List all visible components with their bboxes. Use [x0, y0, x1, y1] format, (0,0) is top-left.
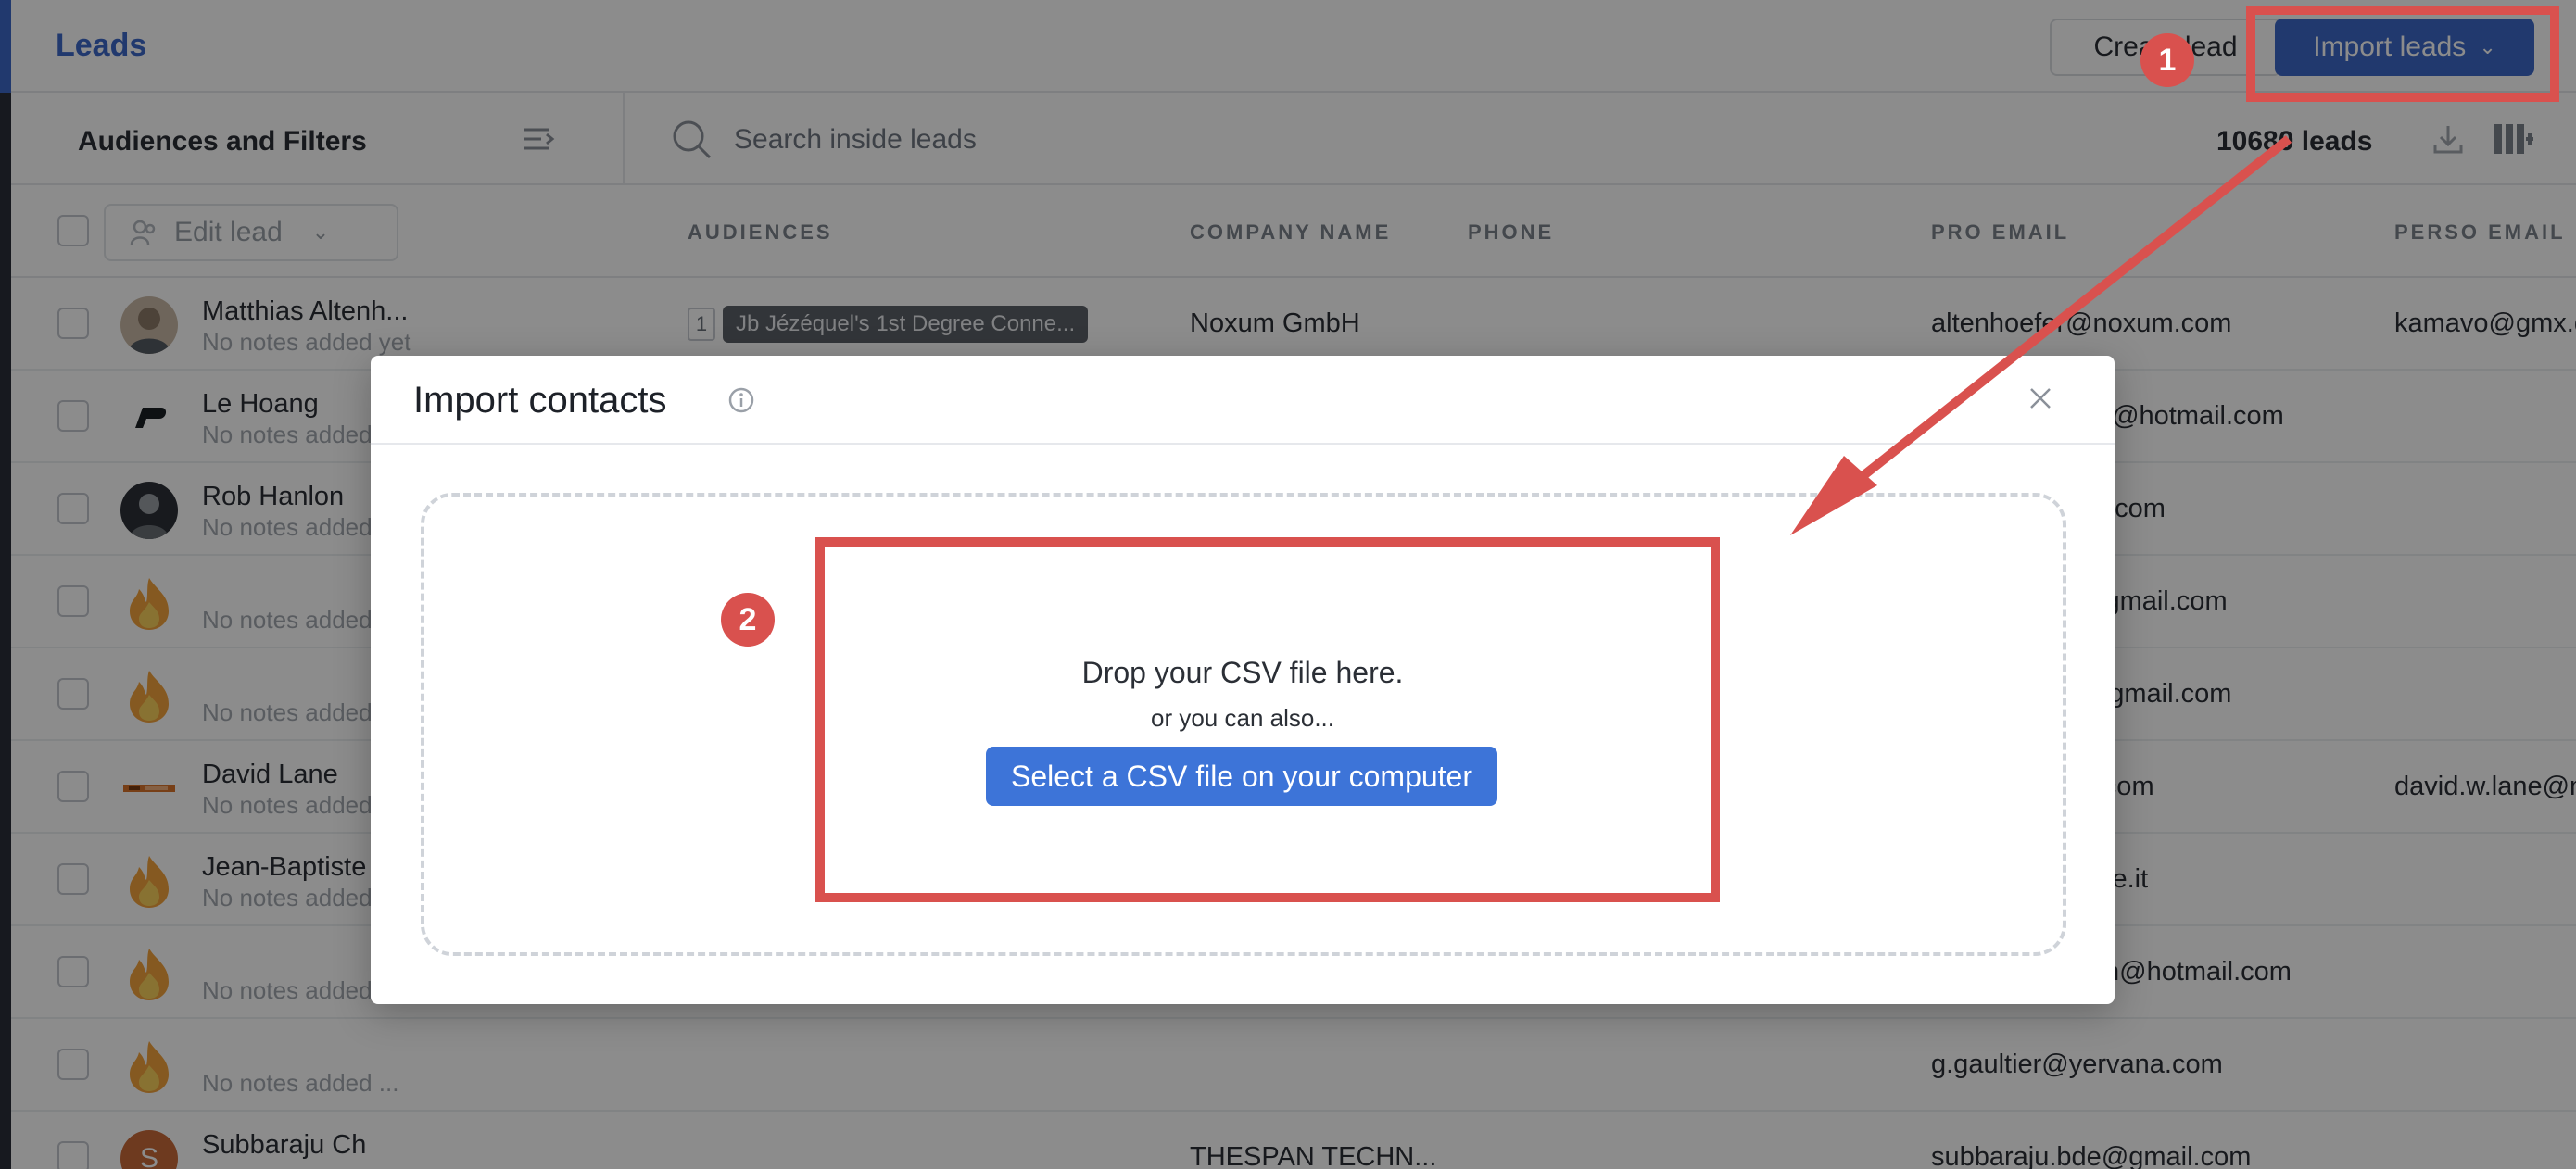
annotation-highlight-dropzone	[815, 537, 1720, 902]
info-icon[interactable]	[726, 385, 756, 415]
app-root: Leads Create lead Import leads ⌄ Audienc…	[0, 0, 2576, 1169]
annotation-step-badge-2: 2	[721, 593, 775, 647]
modal-title: Import contacts	[413, 380, 667, 421]
annotation-step-badge-1: 1	[2140, 33, 2194, 87]
close-icon[interactable]	[2024, 382, 2057, 415]
modal-header: Import contacts	[371, 356, 2115, 445]
annotation-highlight-import-button	[2246, 6, 2559, 102]
